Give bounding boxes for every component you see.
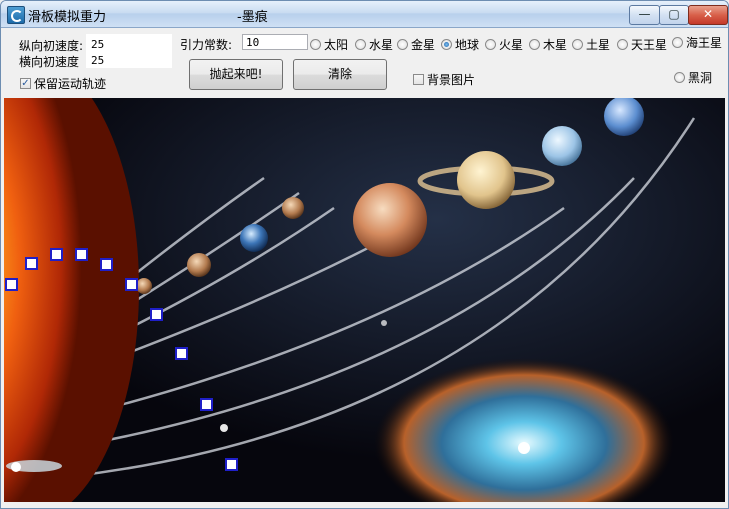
space-background [4,98,725,502]
trail-marker [5,278,18,291]
trail-marker [200,398,213,411]
checkbox-empty-icon [413,74,424,85]
radio-venus[interactable]: 金星 [397,36,435,53]
radio-icon [397,39,408,50]
horizontal-velocity-label: 横向初速度 [19,55,80,69]
trail-marker [225,458,238,471]
radio-icon [355,39,366,50]
trail-marker [150,308,163,321]
radio-earth[interactable]: 地球 [441,36,479,53]
vertical-velocity-label: 纵向初速度: [19,39,84,53]
radio-icon [310,39,321,50]
radio-black-hole-label: 黑洞 [688,71,713,85]
trail-marker [50,248,63,261]
keep-trail-checkbox[interactable]: ✓ 保留运动轨迹 [20,75,106,92]
radio-uranus[interactable]: 天王星 [617,36,667,53]
gravity-label: 引力常数: [180,38,233,52]
background-checkbox[interactable]: 背景图片 [413,71,475,88]
gravity-input[interactable]: 10 [242,34,308,50]
window-author: -墨痕 [237,10,268,25]
background-label: 背景图片 [427,73,476,87]
radio-uranus-label: 天王星 [631,38,668,52]
radio-mars[interactable]: 火星 [485,36,523,53]
radio-saturn[interactable]: 土星 [572,36,610,53]
minimize-button[interactable]: — [629,5,660,25]
window-title: 滑板模拟重力 [28,10,107,25]
keep-trail-label: 保留运动轨迹 [34,77,107,91]
radio-icon [617,39,628,50]
radio-mercury[interactable]: 水星 [355,36,393,53]
trail-marker [100,258,113,271]
radio-jupiter-label: 木星 [543,38,568,52]
throw-button[interactable]: 抛起来吧! [189,59,283,90]
radio-black-hole[interactable]: 黑洞 [674,69,712,86]
radio-icon [672,37,683,48]
radio-selected-icon [441,39,452,50]
radio-saturn-label: 土星 [586,38,611,52]
simulation-canvas[interactable] [4,98,725,502]
radio-earth-label: 地球 [455,38,480,52]
radio-neptune[interactable]: 海王星 [672,34,722,51]
radio-sun[interactable]: 太阳 [310,36,348,53]
radio-venus-label: 金星 [411,38,436,52]
horizontal-velocity-value[interactable]: 25 [91,54,104,67]
radio-mercury-label: 水星 [369,38,394,52]
app-icon [7,6,25,24]
radio-icon [485,39,496,50]
radio-jupiter[interactable]: 木星 [529,36,567,53]
radio-icon [529,39,540,50]
trail-marker [175,347,188,360]
radio-mars-label: 火星 [499,38,524,52]
close-button[interactable]: ✕ [688,5,728,25]
title-bar[interactable]: 滑板模拟重力 -墨痕 — ▢ ✕ [1,1,728,28]
vertical-velocity-value[interactable]: 25 [91,38,104,51]
radio-icon [674,72,685,83]
radio-icon [572,39,583,50]
app-window: 滑板模拟重力 -墨痕 — ▢ ✕ 纵向初速度: 25 横向初速度 25 ✓ 保留… [0,0,729,509]
maximize-button[interactable]: ▢ [659,5,689,25]
clear-button[interactable]: 清除 [293,59,387,90]
trail-marker [25,257,38,270]
radio-sun-label: 太阳 [324,38,349,52]
trail-marker [75,248,88,261]
trail-marker [125,278,138,291]
check-icon: ✓ [20,78,31,89]
radio-neptune-label: 海王星 [686,36,723,50]
